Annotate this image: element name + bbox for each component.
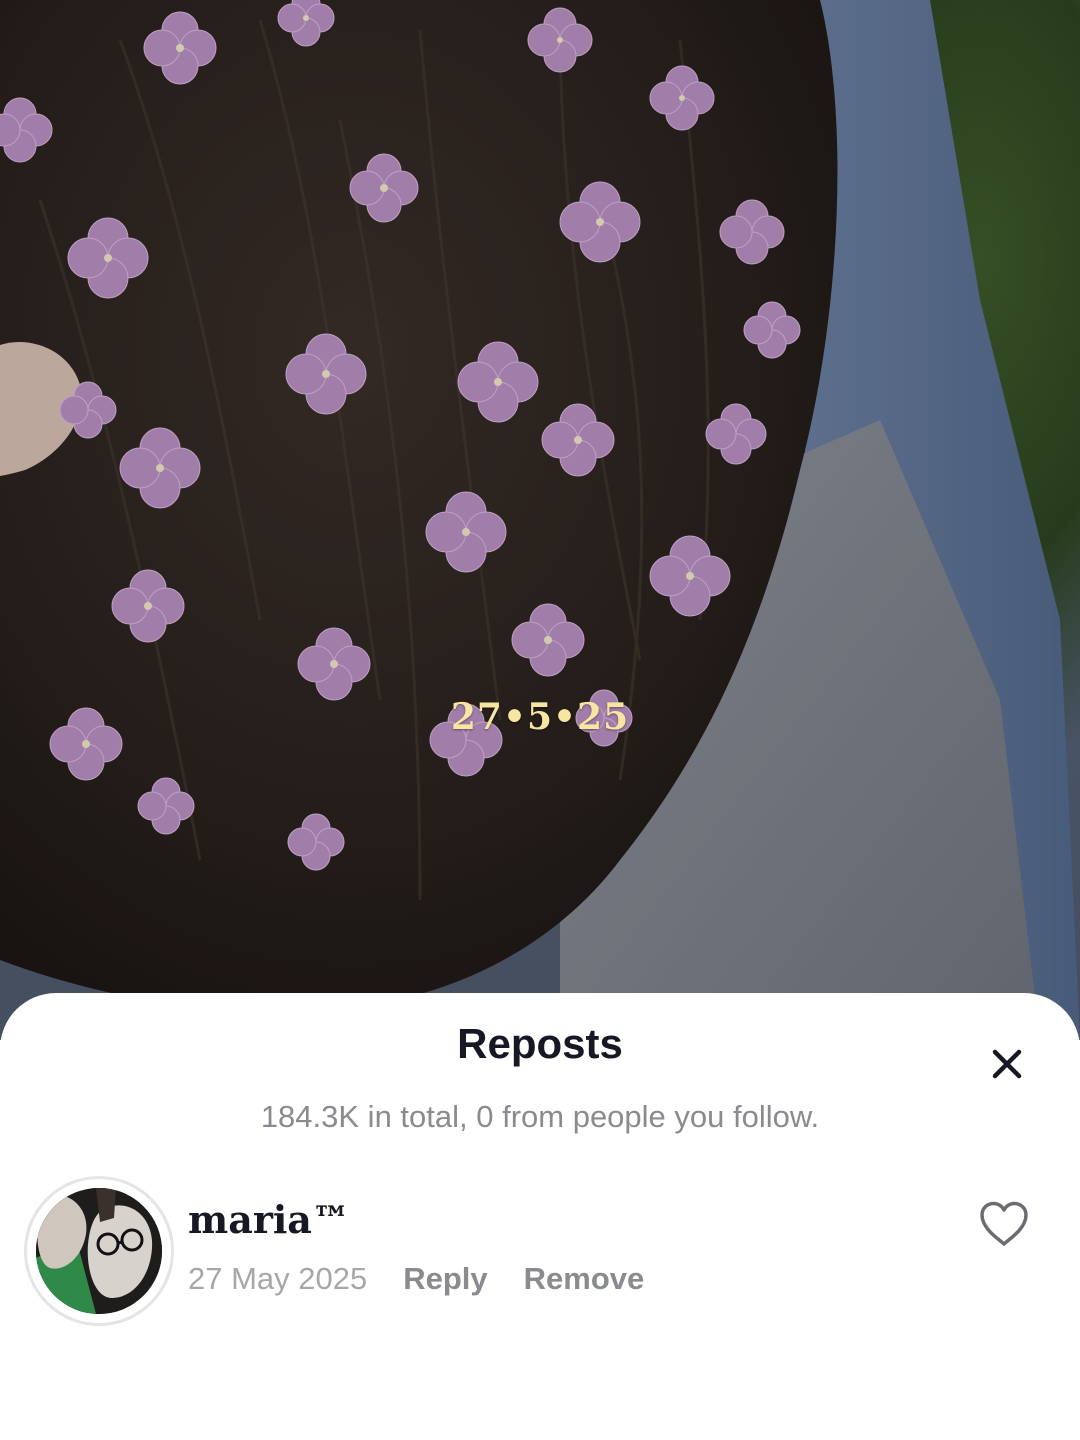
reply-button[interactable]: Reply <box>403 1261 487 1297</box>
sheet-title: Reposts <box>457 1020 623 1067</box>
repost-row[interactable]: maria™ 27 May 2025 Reply Remove <box>0 1175 1080 1335</box>
avatar-image <box>36 1188 162 1314</box>
avatar[interactable] <box>24 1176 174 1326</box>
reposts-sheet: Reposts 184.3K in total, 0 from people y… <box>0 993 1080 1440</box>
close-icon <box>992 1049 1022 1079</box>
heart-outline-icon <box>980 1201 1028 1246</box>
repost-date: 27 May 2025 <box>188 1261 368 1296</box>
close-button[interactable] <box>980 1037 1034 1091</box>
repost-meta: 27 May 2025 Reply Remove <box>188 1261 644 1297</box>
sheet-subtitle: 184.3K in total, 0 from people you follo… <box>260 1099 820 1134</box>
screen: 27•5•25 Reposts 184.3K in total, 0 from … <box>0 0 1080 1440</box>
photo-overlay-date: 27•5•25 <box>450 696 630 738</box>
like-button[interactable] <box>975 1195 1033 1253</box>
username[interactable]: maria™ <box>188 1197 350 1242</box>
photo-illustration <box>0 0 1080 1040</box>
remove-button[interactable]: Remove <box>524 1261 645 1297</box>
background-photo: 27•5•25 <box>0 0 1080 1040</box>
